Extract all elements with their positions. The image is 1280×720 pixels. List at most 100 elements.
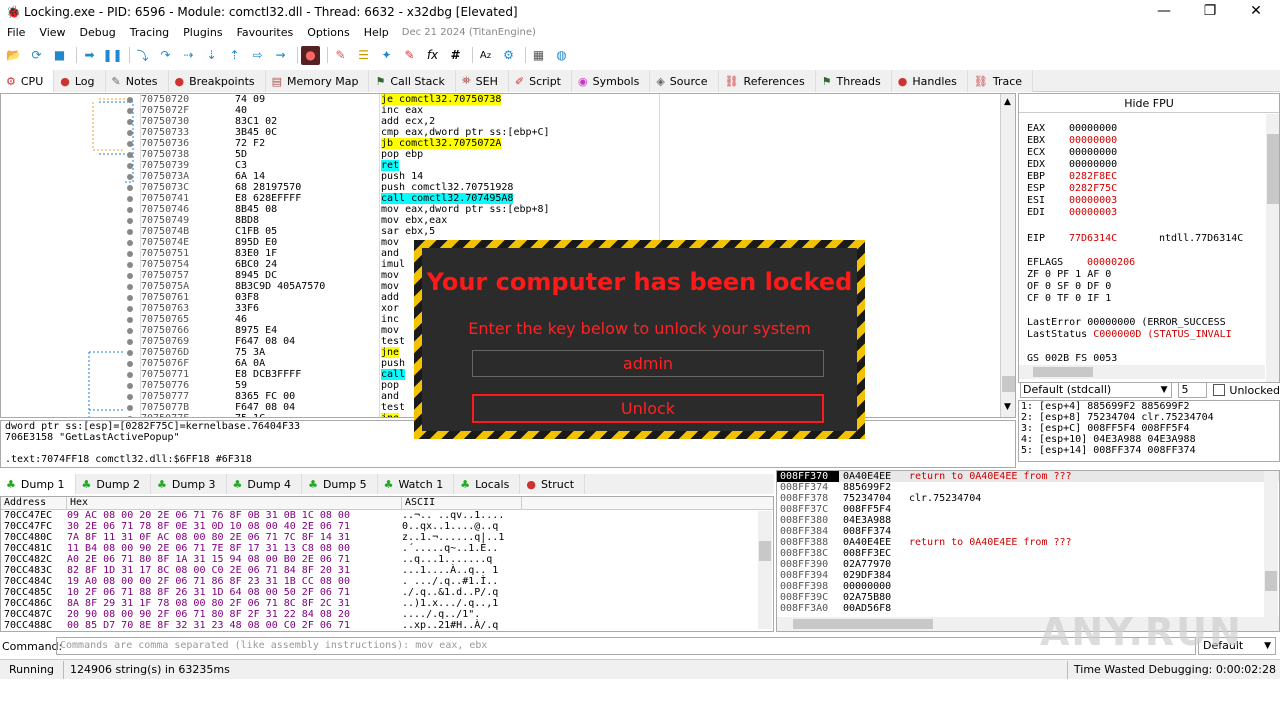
- step-over-icon[interactable]: ↷: [156, 46, 175, 65]
- tab-memory-map[interactable]: ▤ Memory Map: [265, 70, 370, 92]
- dump-row[interactable]: 70CC487C 20 90 08 00 90 2F 06 71 80 8F 2F…: [1, 609, 773, 620]
- stack-scrollbar[interactable]: [1264, 471, 1278, 617]
- breakpoint-marker[interactable]: [127, 405, 133, 411]
- breakpoint-marker[interactable]: [127, 97, 133, 103]
- register-eflags[interactable]: EFLAGS 00000206: [1027, 257, 1135, 268]
- disasm-instruction[interactable]: ret: [381, 160, 659, 171]
- open-icon[interactable]: 📂: [4, 46, 23, 65]
- register-esi[interactable]: ESI 00000003: [1027, 195, 1117, 206]
- animate-icon[interactable]: ⇝: [271, 46, 290, 65]
- scroll-thumb[interactable]: [759, 541, 771, 561]
- unlocked-checkbox[interactable]: [1213, 384, 1226, 396]
- register-eip[interactable]: EIP 77D6314C ntdll.77D6314C: [1027, 233, 1243, 244]
- stack-row[interactable]: 008FF398 00000000: [777, 581, 1279, 592]
- dump-tab-dump-4[interactable]: ♣ Dump 4: [226, 474, 303, 494]
- dump-tab-dump-1[interactable]: ♣ Dump 1: [0, 474, 76, 494]
- stack-row[interactable]: 008FF388 0A40E4EE return to 0A40E4EE from …: [777, 537, 1279, 548]
- breakpoint-marker[interactable]: [127, 218, 133, 224]
- dump-tab-dump-2[interactable]: ♣ Dump 2: [75, 474, 152, 494]
- scroll-thumb[interactable]: [1265, 571, 1277, 591]
- run-to-user-code-icon[interactable]: ⇨: [248, 46, 267, 65]
- breakpoint-marker[interactable]: [127, 295, 133, 301]
- calling-convention-select[interactable]: Default (stdcall) ▼: [1020, 382, 1172, 398]
- stack-row[interactable]: 008FF390 02A77970: [777, 559, 1279, 570]
- breakpoint-marker[interactable]: [127, 130, 133, 136]
- disasm-instruction[interactable]: push comctl32.70751928: [381, 182, 659, 193]
- run-icon[interactable]: ➡: [80, 46, 99, 65]
- breakpoint-marker[interactable]: [127, 284, 133, 290]
- bookmark-icon[interactable]: ✎: [400, 46, 419, 65]
- disasm-instruction[interactable]: sar ebx,5: [381, 226, 659, 237]
- register-ecx[interactable]: ECX 00000000: [1027, 147, 1117, 158]
- disasm-instruction[interactable]: mov ebx,eax: [381, 215, 659, 226]
- tab-script[interactable]: ✐ Script: [508, 70, 572, 92]
- dump-row[interactable]: 70CC47FC 30 2E 06 71 78 8F 0E 31 0D 10 08…: [1, 521, 773, 532]
- argument-row[interactable]: 4: [esp+10] 04E3A988 04E3A988: [1021, 434, 1277, 445]
- tab-handles[interactable]: ● Handles: [891, 70, 968, 92]
- scroll-down-icon[interactable]: ▼: [1004, 402, 1011, 412]
- disasm-instruction[interactable]: inc eax: [381, 105, 659, 116]
- breakpoint-marker[interactable]: [127, 251, 133, 257]
- breakpoint-marker[interactable]: [127, 372, 133, 378]
- breakpoint-marker[interactable]: [127, 108, 133, 114]
- menu-item-view[interactable]: View: [32, 23, 72, 42]
- registers-hscrollbar[interactable]: [1019, 365, 1265, 379]
- unlock-button[interactable]: Unlock: [472, 394, 824, 423]
- argument-row[interactable]: 2: [esp+8] 75234704 clr.75234704: [1021, 412, 1277, 423]
- stack-row[interactable]: 008FF374 885699F2: [777, 482, 1279, 493]
- menu-item-debug[interactable]: Debug: [73, 23, 123, 42]
- registers-scrollbar[interactable]: [1266, 114, 1279, 382]
- command-input[interactable]: Commands are comma separated (like assem…: [56, 637, 1196, 655]
- dump-row[interactable]: 70CC480C 7A 8F 11 31 0F AC 08 00 80 2E 06…: [1, 532, 773, 543]
- disasm-instruction[interactable]: call comctl32.707495A8: [381, 193, 659, 204]
- strings-icon[interactable]: ⚙: [499, 46, 518, 65]
- stack-pane[interactable]: 008FF370 0A40E4EE return to 0A40E4EE from …: [776, 470, 1280, 632]
- register-ebp[interactable]: EBP 0282F8EC: [1027, 171, 1117, 182]
- dump-row[interactable]: 70CC488C 00 85 D7 70 8E 8F 32 31 23 48 08…: [1, 620, 773, 631]
- breakpoint-marker[interactable]: [127, 383, 133, 389]
- dump-row[interactable]: 70CC482C A0 2E 06 71 80 8F 1A 31 15 94 08…: [1, 554, 773, 565]
- arg-count-spinner[interactable]: 5: [1177, 382, 1208, 398]
- tab-seh[interactable]: ⛯ SEH: [455, 70, 509, 92]
- register-ebx[interactable]: EBX 00000000: [1027, 135, 1117, 146]
- register-eax[interactable]: EAX 00000000: [1027, 123, 1117, 134]
- breakpoint-marker[interactable]: [127, 328, 133, 334]
- dump-tab-watch-1[interactable]: ♣ Watch 1: [377, 474, 455, 494]
- breakpoint-marker[interactable]: [127, 185, 133, 191]
- stack-row[interactable]: 008FF38C 008FF3EC: [777, 548, 1279, 559]
- calculator-icon[interactable]: ▦: [529, 46, 548, 65]
- argument-row[interactable]: 1: [esp+4] 885699F2 885699F2: [1021, 401, 1277, 412]
- globe-icon[interactable]: ◍: [552, 46, 571, 65]
- trace-over-icon[interactable]: ⇣: [202, 46, 221, 65]
- maximize-button[interactable]: ❐: [1187, 0, 1233, 23]
- disasm-instruction[interactable]: pop ebp: [381, 149, 659, 160]
- tab-breakpoints[interactable]: ● Breakpoints: [168, 70, 266, 92]
- tab-symbols[interactable]: ◉ Symbols: [572, 70, 651, 92]
- menu-item-favourites[interactable]: Favourites: [230, 23, 301, 42]
- scroll-thumb[interactable]: [1002, 376, 1015, 392]
- menu-item-options[interactable]: Options: [300, 23, 356, 42]
- breakpoint-marker[interactable]: [127, 174, 133, 180]
- scroll-up-icon[interactable]: ▲: [1004, 97, 1011, 107]
- breakpoint-marker[interactable]: [127, 141, 133, 147]
- argument-row[interactable]: 5: [esp+14] 008FF374 008FF374: [1021, 445, 1277, 456]
- step-into-icon[interactable]: ⤵: [133, 46, 152, 65]
- tab-threads[interactable]: ⚑ Threads: [815, 70, 892, 92]
- breakpoint-marker[interactable]: [127, 229, 133, 235]
- dump-tab-locals[interactable]: ♣ Locals: [454, 474, 521, 494]
- pause-icon[interactable]: ❚❚: [102, 46, 122, 65]
- breakpoint-marker[interactable]: [127, 339, 133, 345]
- disassembly-scrollbar[interactable]: ▲ ▼: [1000, 94, 1015, 417]
- breakpoint-marker[interactable]: [127, 163, 133, 169]
- tab-notes[interactable]: ✎ Notes: [105, 70, 169, 92]
- dump-tab-dump-5[interactable]: ♣ Dump 5: [302, 474, 378, 494]
- unlock-key-input[interactable]: admin: [472, 350, 824, 377]
- disasm-instruction[interactable]: mov eax,dword ptr ss:[ebp+8]: [381, 204, 659, 215]
- tab-cpu[interactable]: ⚙ CPU: [0, 70, 55, 92]
- tab-call-stack[interactable]: ⚑ Call Stack: [369, 70, 456, 92]
- breakpoint-marker[interactable]: [127, 207, 133, 213]
- disasm-instruction[interactable]: je comctl32.70750738: [381, 94, 659, 105]
- tab-source[interactable]: ◈ Source: [650, 70, 719, 92]
- execute-till-return-icon[interactable]: ⇡: [225, 46, 244, 65]
- dump-scrollbar[interactable]: [758, 511, 772, 629]
